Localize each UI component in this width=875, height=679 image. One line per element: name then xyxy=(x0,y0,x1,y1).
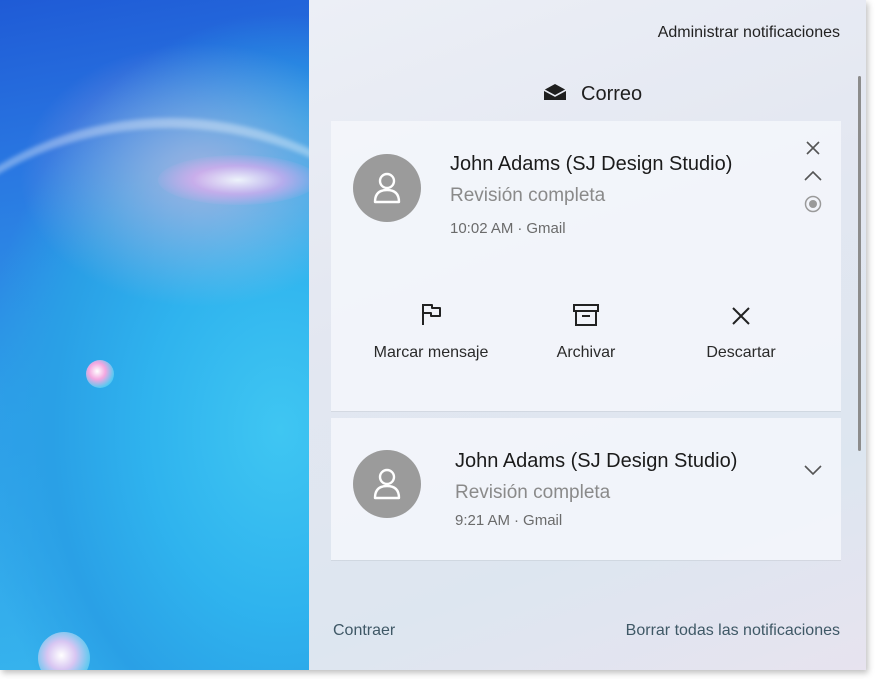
chevron-down-icon xyxy=(804,465,822,475)
collapse-notification-button[interactable] xyxy=(802,165,824,187)
archive-button[interactable]: Archivar xyxy=(508,296,664,376)
collapse-all-button[interactable]: Contraer xyxy=(333,622,395,640)
discard-button[interactable]: Descartar xyxy=(663,296,819,376)
expand-notification-button[interactable] xyxy=(802,459,824,481)
avatar xyxy=(353,154,421,222)
timestamp-line: 9:21 AM · Gmail xyxy=(455,512,563,529)
sender-name: John Adams (SJ Design Studio) xyxy=(455,450,738,472)
flag-message-button[interactable]: Marcar mensaje xyxy=(353,296,509,376)
action-label: Marcar mensaje xyxy=(373,344,489,361)
notification-card-expanded[interactable]: John Adams (SJ Design Studio) Revisión c… xyxy=(331,121,841,411)
timestamp-line: 10:02 AM · Gmail xyxy=(450,220,566,237)
group-title: Correo xyxy=(581,82,643,105)
screen: Administrar notificaciones Correo John A… xyxy=(0,0,866,670)
close-icon xyxy=(732,307,750,325)
sender-name: John Adams (SJ Design Studio) xyxy=(450,153,733,175)
source-app: Gmail xyxy=(523,512,563,529)
action-label: Archivar xyxy=(556,344,616,361)
close-icon xyxy=(806,141,820,155)
notification-card-collapsed[interactable]: John Adams (SJ Design Studio) Revisión c… xyxy=(331,418,841,560)
message-subject: Revisión completa xyxy=(450,185,606,206)
archive-icon xyxy=(573,304,599,326)
source-app: Gmail xyxy=(526,220,566,237)
timestamp: 10:02 AM xyxy=(450,220,514,237)
notification-center: Administrar notificaciones Correo John A… xyxy=(309,0,866,670)
clear-all-notifications-button[interactable]: Borrar todas las notificaciones xyxy=(626,622,840,640)
scrollbar[interactable] xyxy=(858,76,861,451)
mark-read-toggle[interactable] xyxy=(802,193,824,215)
action-label: Descartar xyxy=(706,344,776,361)
manage-notifications-button[interactable]: Administrar notificaciones xyxy=(658,24,840,42)
avatar xyxy=(353,450,421,518)
mail-group-header: Correo xyxy=(543,82,642,106)
flag-icon xyxy=(422,304,441,325)
radio-dot-icon xyxy=(804,195,822,213)
chevron-up-icon xyxy=(804,171,822,181)
timestamp: 9:21 AM xyxy=(455,512,511,529)
message-subject: Revisión completa xyxy=(455,482,611,503)
desktop-wallpaper xyxy=(0,0,480,670)
dismiss-notification-button[interactable] xyxy=(802,137,824,159)
mail-envelope-icon xyxy=(543,83,567,106)
